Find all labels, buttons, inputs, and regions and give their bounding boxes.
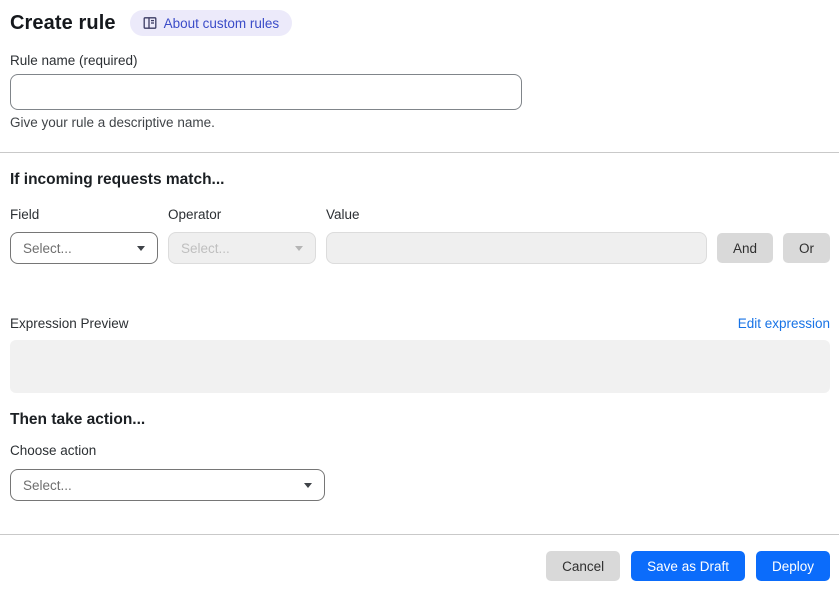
value-input xyxy=(326,232,707,264)
expression-preview-box xyxy=(10,340,830,393)
action-select-value: Select... xyxy=(23,477,72,493)
page-title: Create rule xyxy=(10,12,116,34)
book-icon xyxy=(143,16,157,30)
field-select[interactable]: Select... xyxy=(10,232,158,264)
operator-label: Operator xyxy=(168,207,222,222)
field-select-value: Select... xyxy=(23,240,72,256)
action-select[interactable]: Select... xyxy=(10,469,325,501)
operator-select-value: Select... xyxy=(181,240,230,256)
expression-preview-label: Expression Preview xyxy=(10,316,129,331)
rule-name-input[interactable] xyxy=(10,74,522,110)
divider-top xyxy=(0,152,839,153)
caret-down-icon xyxy=(304,482,312,488)
expression-preview-header: Expression Preview Edit expression xyxy=(10,316,830,332)
field-label: Field xyxy=(10,207,40,222)
action-section-heading: Then take action... xyxy=(10,411,146,428)
value-column: Value xyxy=(326,207,707,264)
or-button[interactable]: Or xyxy=(783,233,830,263)
field-column: Field Select... xyxy=(10,207,158,264)
about-custom-rules-link[interactable]: About custom rules xyxy=(129,10,293,36)
operator-select: Select... xyxy=(168,232,316,264)
operator-column: Operator Select... xyxy=(168,207,316,264)
footer-actions: Cancel Save as Draft Deploy xyxy=(10,551,830,581)
choose-action-label: Choose action xyxy=(10,443,97,458)
match-section-heading: If incoming requests match... xyxy=(10,171,225,188)
and-button[interactable]: And xyxy=(716,233,773,263)
caret-down-icon xyxy=(137,245,145,251)
about-custom-rules-label: About custom rules xyxy=(163,15,280,31)
create-rule-form: Create rule About custom rules Rule name… xyxy=(0,0,839,597)
edit-expression-link[interactable]: Edit expression xyxy=(738,316,830,332)
deploy-button[interactable]: Deploy xyxy=(755,551,830,581)
divider-bottom xyxy=(0,534,839,535)
rule-name-helper: Give your rule a descriptive name. xyxy=(10,115,215,130)
value-label: Value xyxy=(326,207,360,222)
rule-name-label: Rule name (required) xyxy=(10,53,138,68)
caret-down-icon xyxy=(295,245,303,251)
page-header: Create rule About custom rules xyxy=(10,10,830,36)
cancel-button[interactable]: Cancel xyxy=(546,551,621,581)
condition-row: Field Select... Operator Select... Value… xyxy=(10,207,830,264)
save-as-draft-button[interactable]: Save as Draft xyxy=(631,551,745,581)
